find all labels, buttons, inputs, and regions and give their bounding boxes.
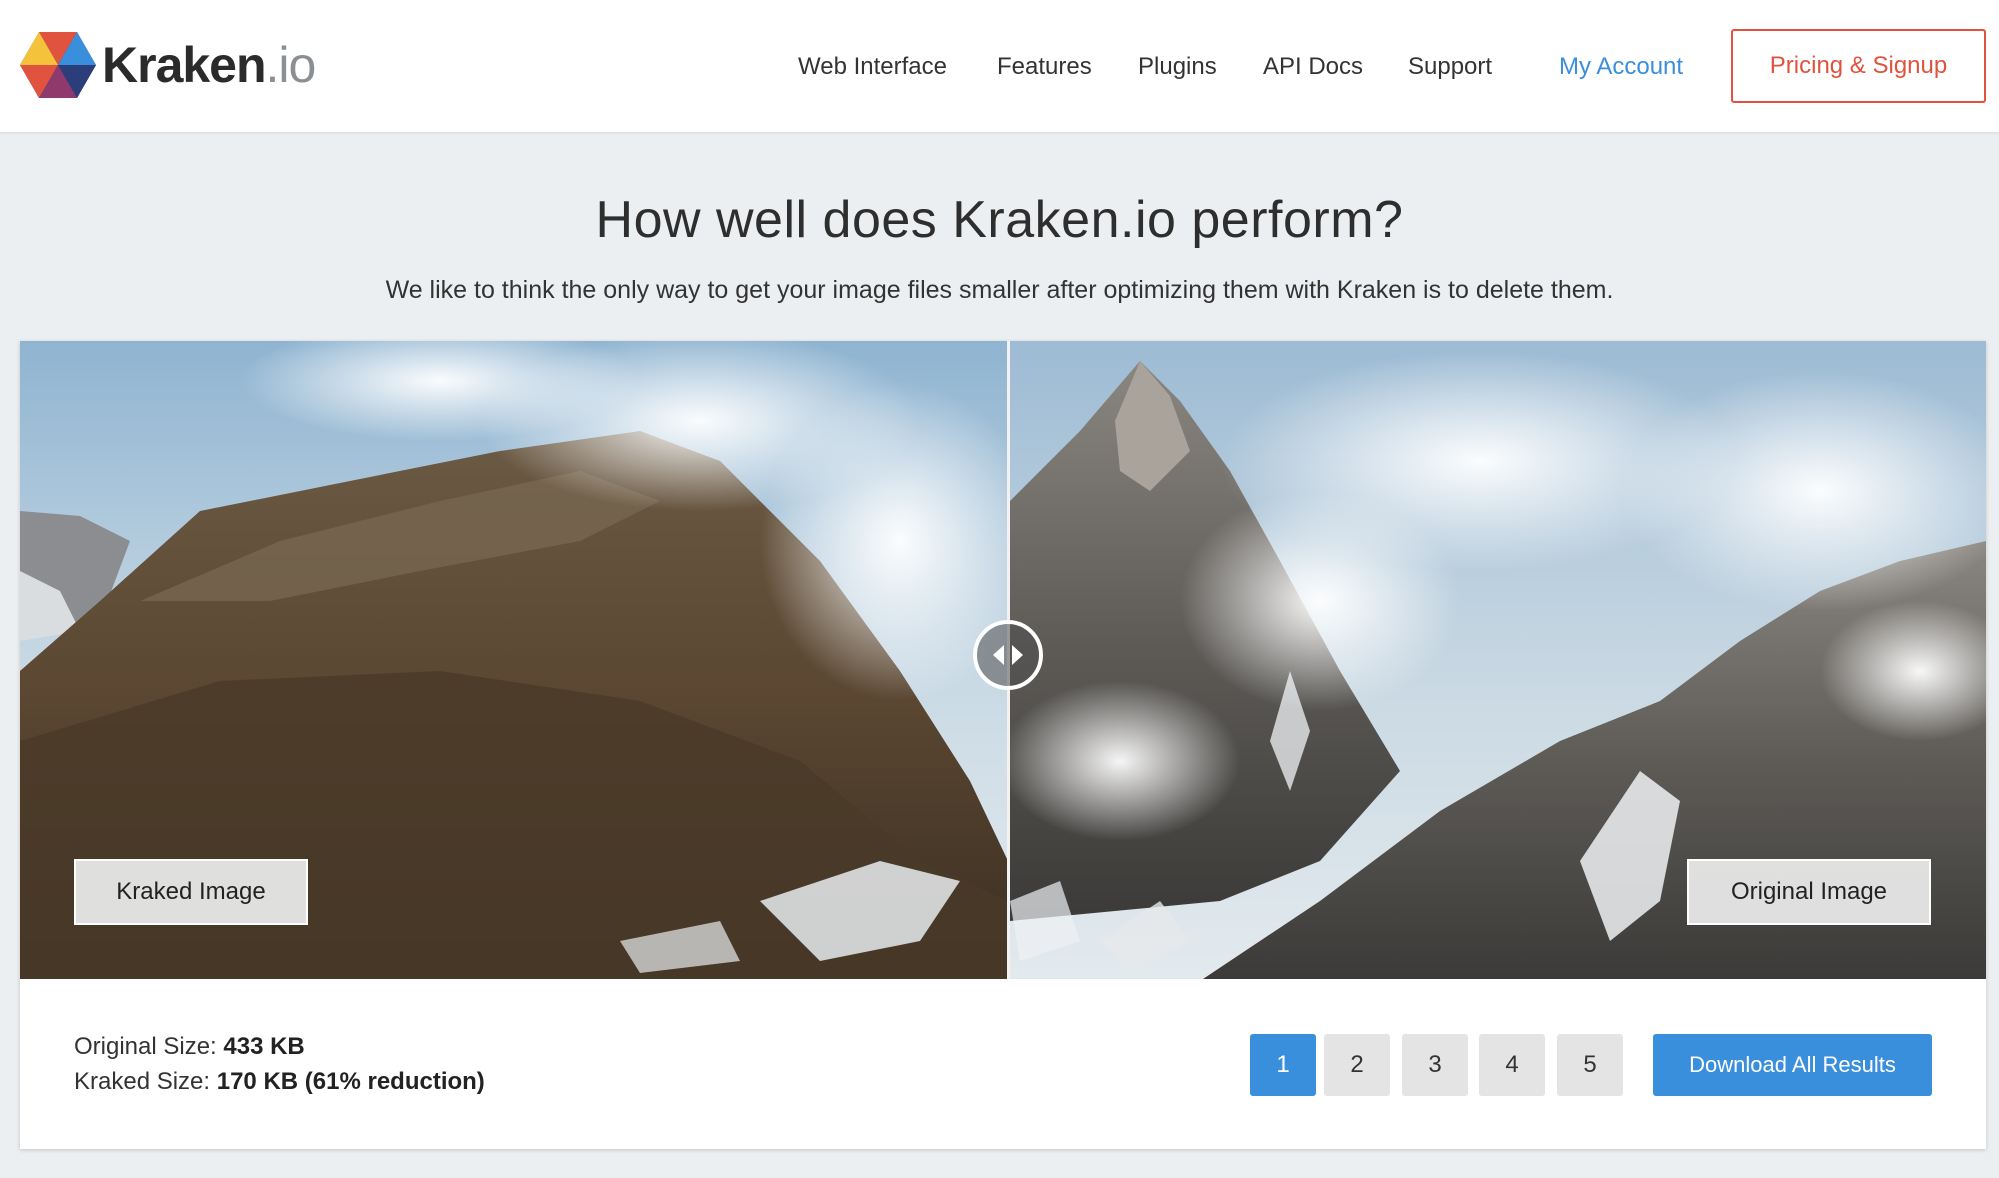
kraked-size-row: Kraked Size: 170 KB (61% reduction)	[74, 1064, 485, 1099]
arrow-right-icon	[1012, 645, 1023, 665]
kraken-logo[interactable]: Kraken.io	[20, 30, 316, 100]
kraked-size-label: Kraked Size:	[74, 1068, 217, 1095]
original-size-label: Original Size:	[74, 1033, 224, 1060]
original-size-value: 433 KB	[223, 1033, 305, 1060]
image-comparison-slider[interactable]: Kraked Image Original Image	[20, 341, 1986, 979]
nav-plugins[interactable]: Plugins	[1138, 53, 1217, 81]
arrow-left-icon	[993, 645, 1004, 665]
nav-features[interactable]: Features	[997, 53, 1092, 81]
site-header: Kraken.io Web Interface Features Plugins…	[0, 0, 1999, 133]
original-size-row: Original Size: 433 KB	[74, 1029, 485, 1064]
download-all-results-button[interactable]: Download All Results	[1653, 1034, 1932, 1096]
kraked-image-label: Kraked Image	[74, 859, 308, 925]
page-button-1[interactable]: 1	[1250, 1034, 1316, 1096]
page-button-2[interactable]: 2	[1324, 1034, 1390, 1096]
page-title: How well does Kraken.io perform?	[595, 191, 1404, 249]
nav-api-docs[interactable]: API Docs	[1263, 53, 1363, 81]
nav-web-interface[interactable]: Web Interface	[798, 53, 947, 81]
pricing-signup-button[interactable]: Pricing & Signup	[1731, 29, 1986, 103]
page-button-3[interactable]: 3	[1402, 1034, 1468, 1096]
slider-handle-icon[interactable]	[973, 620, 1043, 690]
nav-support[interactable]: Support	[1408, 53, 1492, 81]
page-button-5[interactable]: 5	[1557, 1034, 1623, 1096]
page-button-4[interactable]: 4	[1479, 1034, 1545, 1096]
size-stats: Original Size: 433 KB Kraked Size: 170 K…	[74, 1029, 485, 1099]
comparison-card: Kraked Image Original Image Original Siz…	[20, 341, 1986, 1149]
kraked-size-value: 170 KB (61% reduction)	[216, 1068, 485, 1095]
brand-name: Kraken.io	[102, 37, 316, 93]
page-subtitle: We like to think the only way to get you…	[385, 276, 1614, 304]
kraken-hexagon-icon	[20, 32, 96, 98]
original-image-label: Original Image	[1687, 859, 1931, 925]
my-account-link[interactable]: My Account	[1559, 53, 1683, 81]
